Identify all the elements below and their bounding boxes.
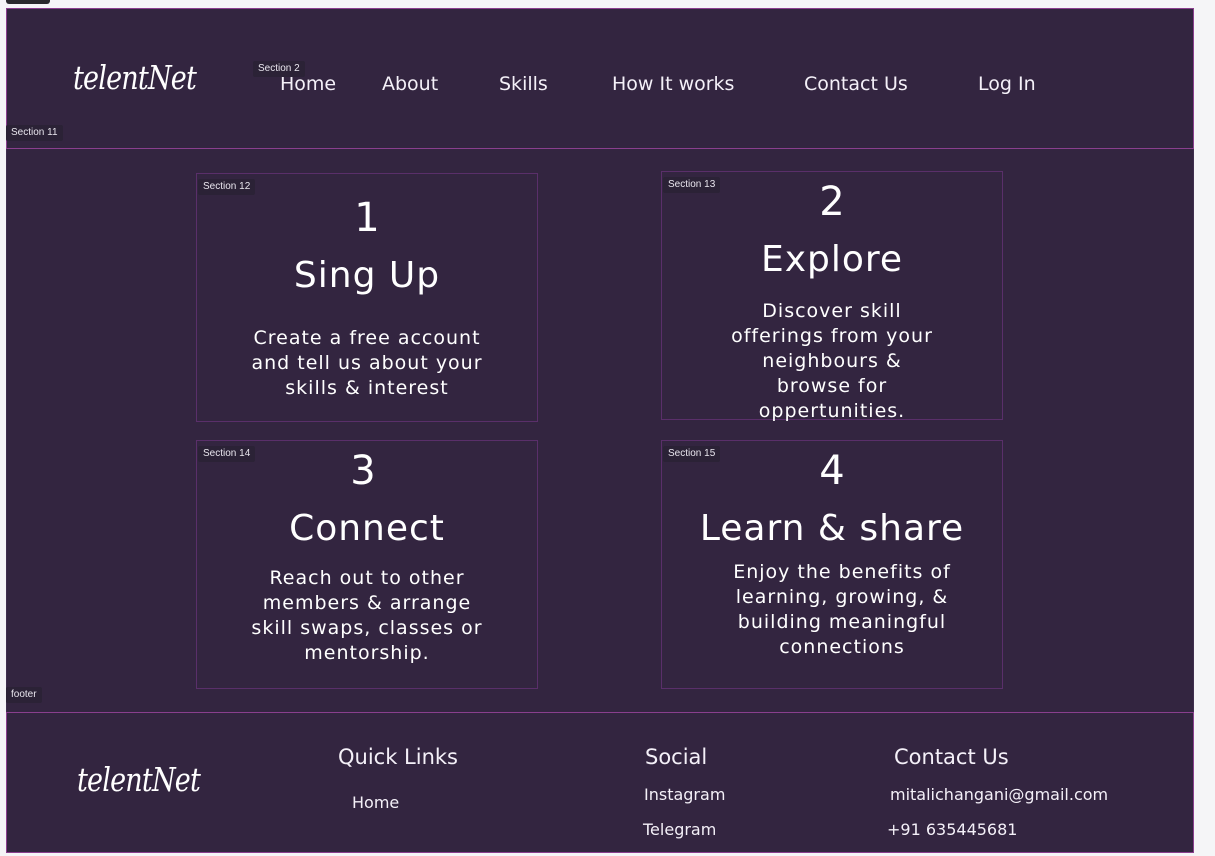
contact-phone[interactable]: +91 635445681 [887,820,1017,839]
frame-label-section-12: Section 12 [198,179,256,195]
nav-how-it-works[interactable]: How It works [612,73,734,95]
frame-label-section-14: Section 14 [198,446,256,462]
step-card-3: 3 Connect Reach out to other members & a… [196,440,538,689]
nav-skills[interactable]: Skills [499,73,548,95]
social-heading: Social [645,745,708,769]
step-title: Explore [760,239,904,280]
step-title: Learn & share [699,508,965,549]
step-description: Enjoy the benefits of learning, growing,… [733,561,951,658]
frame-label-section-15: Section 15 [663,446,721,462]
quick-links-heading: Quick Links [338,745,459,769]
frame-label-section-2: Section 2 [253,61,305,77]
step-title: Sing Up [293,255,441,296]
how-it-works-section [6,149,1194,712]
header-logo[interactable]: telentNet [73,58,197,97]
step-card-2: 2 Explore Discover skill offerings from … [661,171,1003,422]
frame-label-footer: footer [6,687,42,703]
contact-heading: Contact Us [894,745,1009,769]
top-toolbar-chip [6,0,50,4]
frame-label-section-11: Section 11 [6,125,63,141]
frame-label-section-13: Section 13 [663,177,721,193]
nav-log-in[interactable]: Log In [978,73,1036,95]
step-description: Reach out to other members & arrange ski… [251,567,483,664]
step-number: 1 [354,195,380,241]
nav-about[interactable]: About [382,73,438,95]
step-card-1: 1 Sing Up Create a free account and tell… [196,173,538,422]
contact-email[interactable]: mitalichangani@gmail.com [890,785,1108,804]
footer-link-instagram[interactable]: Instagram [644,785,725,804]
step-description: Create a free account and tell us about … [251,327,483,399]
step-description: Discover skill offerings from your neigh… [731,300,933,422]
footer-link-home[interactable]: Home [352,793,399,812]
footer-logo[interactable]: telentNet [77,760,201,799]
footer-link-telegram[interactable]: Telegram [643,820,716,839]
step-card-4: 4 Learn & share Enjoy the benefits of le… [661,440,1003,689]
nav-contact-us[interactable]: Contact Us [804,73,908,95]
step-title: Connect [289,508,445,549]
